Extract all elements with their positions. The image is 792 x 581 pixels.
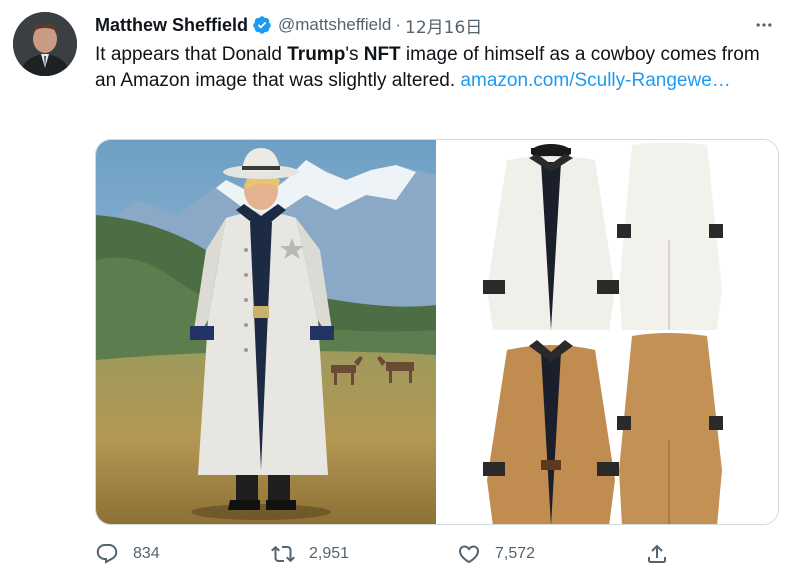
reply-icon xyxy=(96,544,118,564)
avatar-image xyxy=(13,12,77,76)
amazon-link[interactable]: amazon.com/Scully-Rangewe… xyxy=(460,70,730,91)
author-name[interactable]: Matthew Sheffield xyxy=(95,15,248,36)
tweet-header: Matthew Sheffield @mattsheffield · 12月16… xyxy=(95,13,778,38)
reply-count: 834 xyxy=(133,545,160,562)
header-separator: · xyxy=(395,15,402,34)
tweet-text-bold-nft: NFT xyxy=(363,44,401,65)
share-button[interactable] xyxy=(645,540,683,568)
avatar[interactable] xyxy=(13,12,77,76)
heart-icon xyxy=(458,545,480,564)
reply-button[interactable]: 834 xyxy=(95,540,160,568)
retweet-count: 2,951 xyxy=(309,545,350,562)
like-button[interactable]: 7,572 xyxy=(457,540,535,568)
retweet-button[interactable]: 2,951 xyxy=(271,540,349,568)
verified-badge-icon xyxy=(252,15,272,35)
share-icon xyxy=(648,544,666,563)
tweet: Matthew Sheffield @mattsheffield · 12月16… xyxy=(0,0,792,581)
tweet-actions: 834 2,951 7,572 xyxy=(95,540,679,568)
media-image-cowboy-landscape[interactable] xyxy=(96,140,436,524)
tweet-media[interactable] xyxy=(95,139,779,525)
tweet-text-part1: It appears that Donald xyxy=(95,44,288,65)
media-image-amazon-coats[interactable] xyxy=(437,140,778,524)
tweet-text-bold-trump: Trump xyxy=(287,44,346,65)
more-options-icon[interactable] xyxy=(750,13,778,37)
tweet-text-part2: 's xyxy=(345,44,364,65)
author-handle[interactable]: @mattsheffield xyxy=(278,15,391,35)
tweet-date[interactable]: 12月16日 xyxy=(405,13,482,38)
like-count: 7,572 xyxy=(495,545,536,562)
retweet-icon xyxy=(271,545,295,563)
tweet-text: It appears that Donald Trump's NFT image… xyxy=(95,42,775,94)
